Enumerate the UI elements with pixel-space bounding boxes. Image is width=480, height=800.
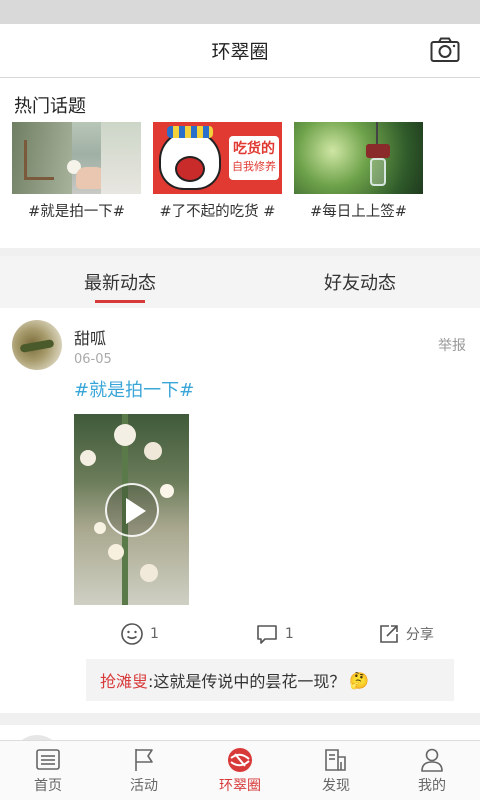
like-count: 1 [150,626,159,642]
hot-topic-image: 吃货的 自我修养 [153,122,282,194]
section-divider [0,248,480,256]
hot-topic-card[interactable]: #就是拍一下# [12,122,141,221]
nav-activity-label: 活动 [130,778,158,794]
section-divider [0,713,480,725]
comment-preview[interactable]: 抢滩叟 :这就是传说中的昙花一现？ 🤔 [86,659,454,701]
hot-topic-image [12,122,141,194]
hot-topics-title: 热门话题 [14,96,86,117]
hot-topic-card[interactable]: 吃货的 自我修养 #了不起的吃货 # [153,122,282,221]
feed-post: 甜呱 06-05 举报 #就是拍一下# 1 1 分享 抢滩叟:这就是传说中的昙… [0,308,480,701]
hot-topic-label: #就是拍一下# [28,204,125,220]
like-button[interactable]: 1 [120,622,159,646]
circle-logo-icon [228,748,252,772]
food-banner-line2: 自我修养 [232,160,276,173]
hot-topics-section: 热门话题 #就是拍一下# 吃货的 自我修养 #了不起的吃货 # #每日上上签# [0,78,480,248]
comment-count: 1 [284,626,294,642]
post-username[interactable]: 甜呱 [74,325,112,349]
share-icon [380,625,398,643]
discover-icon [325,749,346,771]
nav-discover[interactable]: 发现 [288,741,384,800]
thinking-emoji: 🤔 [349,670,370,690]
nav-home[interactable]: 首页 [0,741,96,800]
nav-activity[interactable]: 活动 [96,741,192,800]
profile-icon [421,748,443,772]
hot-topic-card[interactable]: #每日上上签# [294,122,423,221]
nav-circle-label: 环翠圈 [219,778,261,794]
share-label: 分享 [405,627,434,643]
flag-icon [135,749,153,771]
nav-profile-label: 我的 [418,778,446,794]
comment-username[interactable]: 抢滩叟 [100,668,148,692]
nav-profile[interactable]: 我的 [384,741,480,800]
comment-icon [257,625,277,644]
camera-icon[interactable] [430,37,460,63]
hot-topic-image [294,122,423,194]
food-banner-line1: 吃货的 [233,141,275,157]
nav-circle[interactable]: 环翠圈 [192,741,288,800]
smile-icon [121,623,143,645]
bottom-nav: 首页 活动 环翠圈 发现 我的 [0,740,480,800]
page-title: 环翠圈 [211,41,269,63]
nav-home-label: 首页 [34,778,62,794]
report-button[interactable]: 举报 [438,335,466,355]
header: 环翠圈 [0,24,480,78]
comment-button[interactable]: 1 [255,622,294,646]
home-icon [36,749,60,770]
hot-topic-label: #了不起的吃货 # [159,204,276,220]
tab-friends[interactable]: 好友动态 [240,256,480,308]
play-icon[interactable] [105,483,159,537]
nav-discover-label: 发现 [322,778,350,794]
feed-tabs: 最新动态 好友动态 [0,256,480,308]
video-thumbnail[interactable] [74,414,189,605]
tab-latest[interactable]: 最新动态 [0,256,240,308]
status-bar [0,0,480,24]
hot-topic-label: #每日上上签# [310,204,407,220]
comment-text: :这就是传说中的昙花一现？ [148,672,346,691]
avatar[interactable] [12,320,62,370]
share-button[interactable]: 分享 [378,623,434,645]
post-topic-link[interactable]: #就是拍一下# [74,376,468,402]
post-date: 06-05 [74,352,112,367]
